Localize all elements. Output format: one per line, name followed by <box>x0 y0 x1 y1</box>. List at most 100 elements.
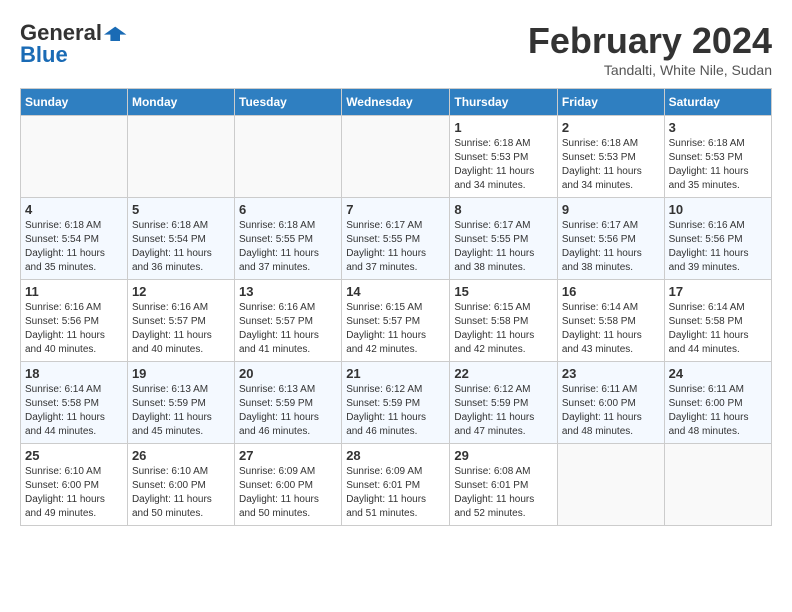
day-number: 26 <box>132 448 230 463</box>
calendar-day: 4 Sunrise: 6:18 AMSunset: 5:54 PMDaylight… <box>21 198 128 280</box>
day-number: 8 <box>454 202 553 217</box>
day-detail: Sunrise: 6:14 AMSunset: 5:58 PMDaylight:… <box>562 301 660 357</box>
calendar-day <box>557 444 664 526</box>
day-number: 15 <box>454 284 553 299</box>
calendar-week-2: 4 Sunrise: 6:18 AMSunset: 5:54 PMDaylight… <box>21 198 772 280</box>
weekday-header-friday: Friday <box>557 89 664 116</box>
calendar-day: 8 Sunrise: 6:17 AMSunset: 5:55 PMDaylight… <box>450 198 558 280</box>
calendar-day: 5 Sunrise: 6:18 AMSunset: 5:54 PMDaylight… <box>127 198 234 280</box>
day-detail: Sunrise: 6:10 AMSunset: 6:00 PMDaylight:… <box>132 465 230 521</box>
calendar-day: 24Sunrise: 6:11 AMSunset: 6:00 PMDayligh… <box>664 362 771 444</box>
day-number: 10 <box>669 202 767 217</box>
calendar-day <box>235 116 342 198</box>
calendar-day: 27 Sunrise: 6:09 AMSunset: 6:00 PMDayligh… <box>235 444 342 526</box>
calendar-day <box>664 444 771 526</box>
day-number: 22 <box>454 366 553 381</box>
day-number: 20 <box>239 366 337 381</box>
day-number: 27 <box>239 448 337 463</box>
day-detail: Sunrise: 6:18 AMSunset: 5:53 PMDaylight:… <box>562 137 660 193</box>
weekday-header-saturday: Saturday <box>664 89 771 116</box>
calendar-day: 16 Sunrise: 6:14 AMSunset: 5:58 PMDayligh… <box>557 280 664 362</box>
calendar-day: 9 Sunrise: 6:17 AMSunset: 5:56 PMDaylight… <box>557 198 664 280</box>
day-number: 5 <box>132 202 230 217</box>
day-detail: Sunrise: 6:16 AMSunset: 5:56 PMDaylight:… <box>25 301 123 357</box>
day-detail: Sunrise: 6:18 AMSunset: 5:53 PMDaylight:… <box>454 137 553 193</box>
day-number: 19 <box>132 366 230 381</box>
calendar-week-5: 25 Sunrise: 6:10 AMSunset: 6:00 PMDayligh… <box>21 444 772 526</box>
day-detail: Sunrise: 6:18 AMSunset: 5:55 PMDaylight:… <box>239 219 337 275</box>
calendar-day: 18Sunrise: 6:14 AMSunset: 5:58 PMDayligh… <box>21 362 128 444</box>
day-number: 2 <box>562 120 660 135</box>
day-number: 3 <box>669 120 767 135</box>
calendar-day: 25 Sunrise: 6:10 AMSunset: 6:00 PMDayligh… <box>21 444 128 526</box>
day-number: 21 <box>346 366 445 381</box>
day-number: 18 <box>25 366 123 381</box>
calendar-day: 1 Sunrise: 6:18 AMSunset: 5:53 PMDaylight… <box>450 116 558 198</box>
page-header: General Blue February 2024 Tandalti, Whi… <box>20 20 772 78</box>
calendar-day: 15 Sunrise: 6:15 AMSunset: 5:58 PMDayligh… <box>450 280 558 362</box>
weekday-header-tuesday: Tuesday <box>235 89 342 116</box>
calendar-week-3: 11 Sunrise: 6:16 AMSunset: 5:56 PMDayligh… <box>21 280 772 362</box>
day-detail: Sunrise: 6:15 AMSunset: 5:57 PMDaylight:… <box>346 301 445 357</box>
day-number: 23 <box>562 366 660 381</box>
logo-icon <box>104 21 128 45</box>
day-number: 14 <box>346 284 445 299</box>
calendar-day: 26 Sunrise: 6:10 AMSunset: 6:00 PMDayligh… <box>127 444 234 526</box>
day-detail: Sunrise: 6:14 AMSunset: 5:58 PMDaylight:… <box>669 301 767 357</box>
weekday-header-row: SundayMondayTuesdayWednesdayThursdayFrid… <box>21 89 772 116</box>
weekday-header-wednesday: Wednesday <box>342 89 450 116</box>
day-number: 9 <box>562 202 660 217</box>
day-detail: Sunrise: 6:12 AMSunset: 5:59 PMDaylight:… <box>454 383 553 439</box>
day-number: 17 <box>669 284 767 299</box>
weekday-header-sunday: Sunday <box>21 89 128 116</box>
day-number: 11 <box>25 284 123 299</box>
day-detail: Sunrise: 6:13 AMSunset: 5:59 PMDaylight:… <box>132 383 230 439</box>
calendar-day: 10 Sunrise: 6:16 AMSunset: 5:56 PMDayligh… <box>664 198 771 280</box>
day-number: 25 <box>25 448 123 463</box>
day-detail: Sunrise: 6:13 AMSunset: 5:59 PMDaylight:… <box>239 383 337 439</box>
day-number: 7 <box>346 202 445 217</box>
calendar-table: SundayMondayTuesdayWednesdayThursdayFrid… <box>20 88 772 526</box>
month-year-title: February 2024 <box>528 20 772 62</box>
day-number: 13 <box>239 284 337 299</box>
calendar-day: 23 Sunrise: 6:11 AMSunset: 6:00 PMDayligh… <box>557 362 664 444</box>
calendar-week-4: 18Sunrise: 6:14 AMSunset: 5:58 PMDayligh… <box>21 362 772 444</box>
day-detail: Sunrise: 6:08 AMSunset: 6:01 PMDaylight:… <box>454 465 553 521</box>
calendar-day: 14 Sunrise: 6:15 AMSunset: 5:57 PMDayligh… <box>342 280 450 362</box>
day-detail: Sunrise: 6:11 AMSunset: 6:00 PMDaylight:… <box>562 383 660 439</box>
calendar-day <box>342 116 450 198</box>
day-number: 1 <box>454 120 553 135</box>
day-detail: Sunrise: 6:09 AMSunset: 6:00 PMDaylight:… <box>239 465 337 521</box>
calendar-day <box>127 116 234 198</box>
calendar-day: 19 Sunrise: 6:13 AMSunset: 5:59 PMDayligh… <box>127 362 234 444</box>
day-number: 16 <box>562 284 660 299</box>
day-detail: Sunrise: 6:17 AMSunset: 5:56 PMDaylight:… <box>562 219 660 275</box>
calendar-day: 3 Sunrise: 6:18 AMSunset: 5:53 PMDaylight… <box>664 116 771 198</box>
day-detail: Sunrise: 6:18 AMSunset: 5:54 PMDaylight:… <box>132 219 230 275</box>
calendar-day: 6Sunrise: 6:18 AMSunset: 5:55 PMDaylight… <box>235 198 342 280</box>
day-detail: Sunrise: 6:12 AMSunset: 5:59 PMDaylight:… <box>346 383 445 439</box>
day-detail: Sunrise: 6:17 AMSunset: 5:55 PMDaylight:… <box>454 219 553 275</box>
weekday-header-thursday: Thursday <box>450 89 558 116</box>
calendar-day: 22 Sunrise: 6:12 AMSunset: 5:59 PMDayligh… <box>450 362 558 444</box>
day-number: 4 <box>25 202 123 217</box>
calendar-day: 28Sunrise: 6:09 AMSunset: 6:01 PMDayligh… <box>342 444 450 526</box>
day-detail: Sunrise: 6:18 AMSunset: 5:53 PMDaylight:… <box>669 137 767 193</box>
calendar-day: 11 Sunrise: 6:16 AMSunset: 5:56 PMDayligh… <box>21 280 128 362</box>
day-number: 24 <box>669 366 767 381</box>
calendar-day: 21 Sunrise: 6:12 AMSunset: 5:59 PMDayligh… <box>342 362 450 444</box>
day-detail: Sunrise: 6:10 AMSunset: 6:00 PMDaylight:… <box>25 465 123 521</box>
day-detail: Sunrise: 6:18 AMSunset: 5:54 PMDaylight:… <box>25 219 123 275</box>
calendar-day: 29 Sunrise: 6:08 AMSunset: 6:01 PMDayligh… <box>450 444 558 526</box>
day-number: 29 <box>454 448 553 463</box>
location-text: Tandalti, White Nile, Sudan <box>528 62 772 78</box>
calendar-day: 20 Sunrise: 6:13 AMSunset: 5:59 PMDayligh… <box>235 362 342 444</box>
day-detail: Sunrise: 6:16 AMSunset: 5:56 PMDaylight:… <box>669 219 767 275</box>
day-detail: Sunrise: 6:09 AMSunset: 6:01 PMDaylight:… <box>346 465 445 521</box>
calendar-day: 7Sunrise: 6:17 AMSunset: 5:55 PMDaylight… <box>342 198 450 280</box>
day-detail: Sunrise: 6:15 AMSunset: 5:58 PMDaylight:… <box>454 301 553 357</box>
logo-blue-text: Blue <box>20 42 68 68</box>
day-detail: Sunrise: 6:16 AMSunset: 5:57 PMDaylight:… <box>239 301 337 357</box>
day-detail: Sunrise: 6:16 AMSunset: 5:57 PMDaylight:… <box>132 301 230 357</box>
calendar-day <box>21 116 128 198</box>
